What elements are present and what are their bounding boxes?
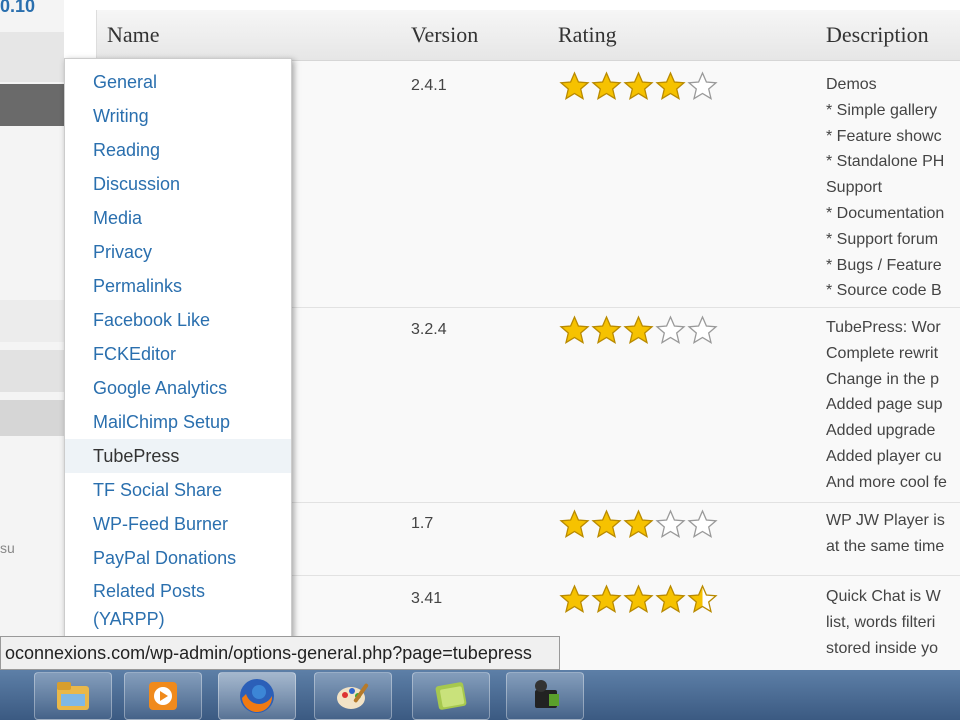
star-full-icon <box>591 71 622 100</box>
description-line: Support <box>826 179 883 197</box>
description-line: * Documentation <box>826 204 945 222</box>
paint-icon <box>337 683 369 709</box>
description-line: * Standalone PH <box>826 153 945 171</box>
sidebar-item[interactable] <box>0 350 64 392</box>
submenu-item-facebook-like[interactable]: Facebook Like <box>65 303 291 337</box>
submenu-item-discussion[interactable]: Discussion <box>65 167 291 201</box>
rating-stars <box>559 509 718 540</box>
star-empty-icon <box>655 509 686 538</box>
description-line: Added player cu <box>826 447 942 465</box>
sidebar-band <box>0 32 64 82</box>
description-line: And more cool fe <box>826 473 947 491</box>
star-full-icon <box>623 71 654 100</box>
star-full-icon <box>623 509 654 538</box>
column-version[interactable]: Version <box>411 22 478 48</box>
submenu-item-related-posts-yarpp[interactable]: Related Posts (YARPP) <box>65 575 265 633</box>
star-full-icon <box>655 71 686 100</box>
sidebar-item-settings[interactable] <box>0 400 64 436</box>
star-full-icon <box>591 315 622 344</box>
sidebar-user-label: su <box>0 540 15 556</box>
taskbar-media-button[interactable] <box>124 672 202 720</box>
submenu-item-general[interactable]: General <box>65 65 291 99</box>
notes-icon <box>435 682 467 710</box>
version-cell: 3.41 <box>411 590 443 607</box>
version-cell: 2.4.1 <box>411 77 447 94</box>
submenu-item-permalinks[interactable]: Permalinks <box>65 269 291 303</box>
star-empty-icon <box>655 315 686 344</box>
description-line: Demos <box>826 76 877 93</box>
star-full-icon <box>591 509 622 538</box>
description-cell: TubePress: Wor Complete rewrit Change in t… <box>826 315 947 496</box>
submenu-item-wp-feed-burner[interactable]: WP-Feed Burner <box>65 507 291 541</box>
description-line: * Bugs / Feature <box>826 256 942 274</box>
column-description[interactable]: Description <box>826 22 929 48</box>
submenu-item-fckeditor[interactable]: FCKEditor <box>65 337 291 371</box>
explorer-folder-icon <box>57 682 89 710</box>
star-full-icon <box>559 584 590 613</box>
description-line: Added page sup <box>826 396 943 414</box>
submenu-item-google-analytics[interactable]: Google Analytics <box>65 371 291 405</box>
description-line: Quick Chat is W <box>826 588 941 605</box>
description-cell: Demos * Simple gallery * Feature showc * St… <box>826 72 944 304</box>
table-header: Name Version Rating Description <box>97 10 960 61</box>
rating-stars <box>559 71 718 102</box>
star-empty-icon <box>687 71 718 100</box>
star-full-icon <box>559 315 590 344</box>
submenu-item-tf-social-share[interactable]: TF Social Share <box>65 473 291 507</box>
description-line: * Simple gallery <box>826 101 938 119</box>
star-empty-icon <box>687 315 718 344</box>
submenu-item-tubepress[interactable]: TubePress <box>65 439 291 473</box>
description-line: stored inside yo <box>826 639 939 657</box>
taskbar-paint-button[interactable] <box>314 672 392 720</box>
submenu-item-paypal-donations[interactable]: PayPal Donations <box>65 541 291 575</box>
star-full-icon <box>623 584 654 613</box>
description-line: Complete rewrit <box>826 344 939 362</box>
version-cell: 3.2.4 <box>411 321 447 338</box>
sidebar-item[interactable] <box>0 300 64 342</box>
submenu-item-media[interactable]: Media <box>65 201 291 235</box>
rating-stars <box>559 584 718 615</box>
description-line: list, words filteri <box>826 613 936 631</box>
submenu-item-reading[interactable]: Reading <box>65 133 291 167</box>
star-full-icon <box>559 71 590 100</box>
rating-stars <box>559 315 718 346</box>
description-line: TubePress: Wor <box>826 319 941 336</box>
description-cell: Quick Chat is W list, words filteri stored… <box>826 584 941 661</box>
camera-icon <box>535 680 559 708</box>
taskbar <box>0 670 960 720</box>
description-line: WP JW Player is <box>826 512 945 529</box>
description-line: * Support forum <box>826 230 939 248</box>
taskbar-camera-button[interactable] <box>506 672 584 720</box>
submenu-item-writing[interactable]: Writing <box>65 99 291 133</box>
sidebar-item-active[interactable] <box>0 84 64 126</box>
star-full-icon <box>655 584 686 613</box>
taskbar-explorer-button[interactable] <box>34 672 112 720</box>
description-line: Added upgrade <box>826 422 936 440</box>
submenu-item-privacy[interactable]: Privacy <box>65 235 291 269</box>
star-full-icon <box>623 315 654 344</box>
description-cell: WP JW Player is at the same time <box>826 508 945 560</box>
status-bar-url: oconnexions.com/wp-admin/options-general… <box>0 636 560 670</box>
description-line: * Source code B <box>826 282 942 300</box>
settings-submenu: General Writing Reading Discussion Media Priv… <box>64 58 292 672</box>
taskbar-firefox-button[interactable] <box>218 672 296 720</box>
taskbar-notes-button[interactable] <box>412 672 490 720</box>
description-line: at the same time <box>826 537 945 555</box>
star-full-icon <box>591 584 622 613</box>
description-line: Change in the p <box>826 370 939 388</box>
submenu-item-mailchimp-setup[interactable]: MailChimp Setup <box>65 405 291 439</box>
column-rating[interactable]: Rating <box>558 22 617 48</box>
firefox-icon <box>240 679 274 713</box>
admin-sidebar: 0.10 su <box>0 0 65 670</box>
star-half-icon <box>687 584 718 613</box>
version-label: 0.10 <box>0 0 36 16</box>
column-name[interactable]: Name <box>107 22 160 48</box>
star-full-icon <box>559 509 590 538</box>
media-player-icon <box>149 682 177 710</box>
description-line: * Feature showc <box>826 127 942 145</box>
version-cell: 1.7 <box>411 515 434 532</box>
star-empty-icon <box>687 509 718 538</box>
